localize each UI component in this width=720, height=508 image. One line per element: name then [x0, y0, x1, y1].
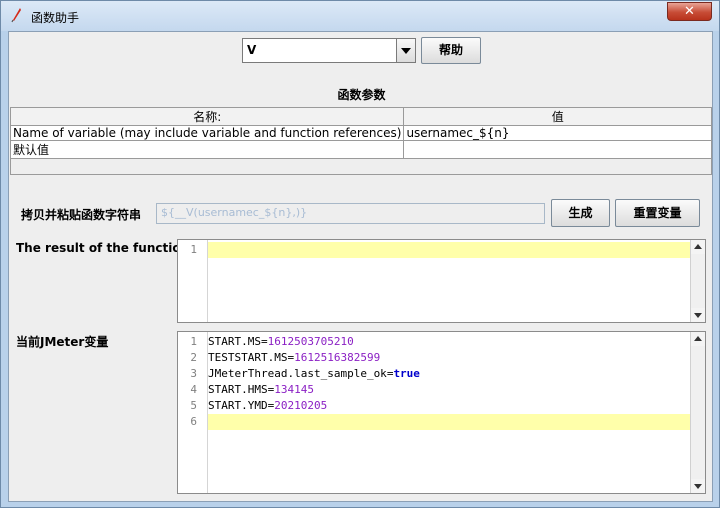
- variable-value: 20210205: [274, 399, 328, 412]
- line-number: 2: [190, 351, 197, 364]
- scroll-down-icon[interactable]: [691, 308, 705, 322]
- params-table: 名称: 值 Name of variable (may include vari…: [9, 107, 712, 159]
- params-section-title: 函数参数: [337, 88, 386, 102]
- variable-name: TESTSTART.MS: [208, 351, 288, 364]
- copy-paste-label: 拷贝并粘贴函数字符串: [21, 208, 142, 222]
- close-button[interactable]: ✕: [667, 2, 712, 21]
- code-line: TESTSTART.MS=1612516382599: [208, 350, 690, 366]
- scroll-down-icon[interactable]: [691, 479, 705, 493]
- param-value-cell[interactable]: [403, 140, 712, 159]
- vertical-scrollbar[interactable]: [690, 240, 705, 322]
- variable-value: 1612516382599: [294, 351, 381, 364]
- vertical-scrollbar[interactable]: [690, 332, 705, 493]
- scroll-up-icon[interactable]: [691, 332, 705, 346]
- code-line: START.MS=1612503705210: [208, 334, 690, 350]
- code-line: [208, 414, 690, 430]
- function-select-value: V: [247, 43, 257, 57]
- chevron-down-icon[interactable]: [396, 39, 415, 62]
- reset-variables-button[interactable]: 重置变量: [615, 199, 700, 227]
- variable-value: 134145: [274, 383, 314, 396]
- variable-value: true: [393, 367, 420, 380]
- function-helper-window: 函数助手 ✕ V 帮助 函数参数 名称: 值 Name of variable …: [0, 0, 720, 508]
- equals-sign: =: [260, 335, 268, 348]
- code-line: START.YMD=20210205: [208, 398, 690, 414]
- code-line: START.HMS=134145: [208, 382, 690, 398]
- code-line: JMeterThread.last_sample_ok=true: [208, 366, 690, 382]
- title-bar[interactable]: 函数助手 ✕: [1, 1, 719, 31]
- table-row[interactable]: Name of variable (may include variable a…: [9, 125, 712, 141]
- table-header-row: 名称: 值: [9, 107, 712, 126]
- result-editor[interactable]: 1: [177, 239, 706, 323]
- line-number: 5: [190, 399, 197, 412]
- help-button[interactable]: 帮助: [421, 37, 481, 64]
- column-header-name[interactable]: 名称:: [9, 107, 405, 126]
- variable-name: START.HMS: [208, 383, 268, 396]
- line-number: 6: [190, 415, 197, 428]
- window-title: 函数助手: [31, 11, 80, 25]
- variable-name: JMeterThread.last_sample_ok: [208, 367, 387, 380]
- scroll-up-icon[interactable]: [691, 240, 705, 254]
- generate-button[interactable]: 生成: [551, 199, 610, 227]
- line-number: 4: [190, 383, 197, 396]
- column-header-value[interactable]: 值: [403, 107, 712, 126]
- table-row[interactable]: 默认值: [9, 140, 712, 159]
- feather-icon: [11, 8, 21, 23]
- function-string-field[interactable]: ${__V(usernamec_${n},)}: [156, 203, 545, 224]
- close-icon: ✕: [684, 4, 695, 19]
- param-value-cell[interactable]: usernamec_${n}: [403, 125, 712, 141]
- variable-value: 1612503705210: [267, 335, 354, 348]
- variables-editor[interactable]: 1 START.MS=1612503705210 2 TESTSTART.MS=161…: [177, 331, 706, 494]
- current-line-highlight: [208, 242, 690, 258]
- line-number: 1: [190, 335, 197, 348]
- variable-name: START.MS: [208, 335, 261, 348]
- dialog-content: V 帮助 函数参数 名称: 值 Name of variable (may in…: [8, 31, 713, 502]
- line-number: 3: [190, 367, 197, 380]
- jmeter-variables-label: 当前JMeter变量: [16, 335, 109, 349]
- line-number: 1: [190, 243, 197, 256]
- param-name-cell[interactable]: 默认值: [9, 140, 405, 159]
- function-select[interactable]: V: [242, 38, 416, 63]
- param-name-cell[interactable]: Name of variable (may include variable a…: [9, 125, 405, 141]
- variable-name: START.YMD: [208, 399, 268, 412]
